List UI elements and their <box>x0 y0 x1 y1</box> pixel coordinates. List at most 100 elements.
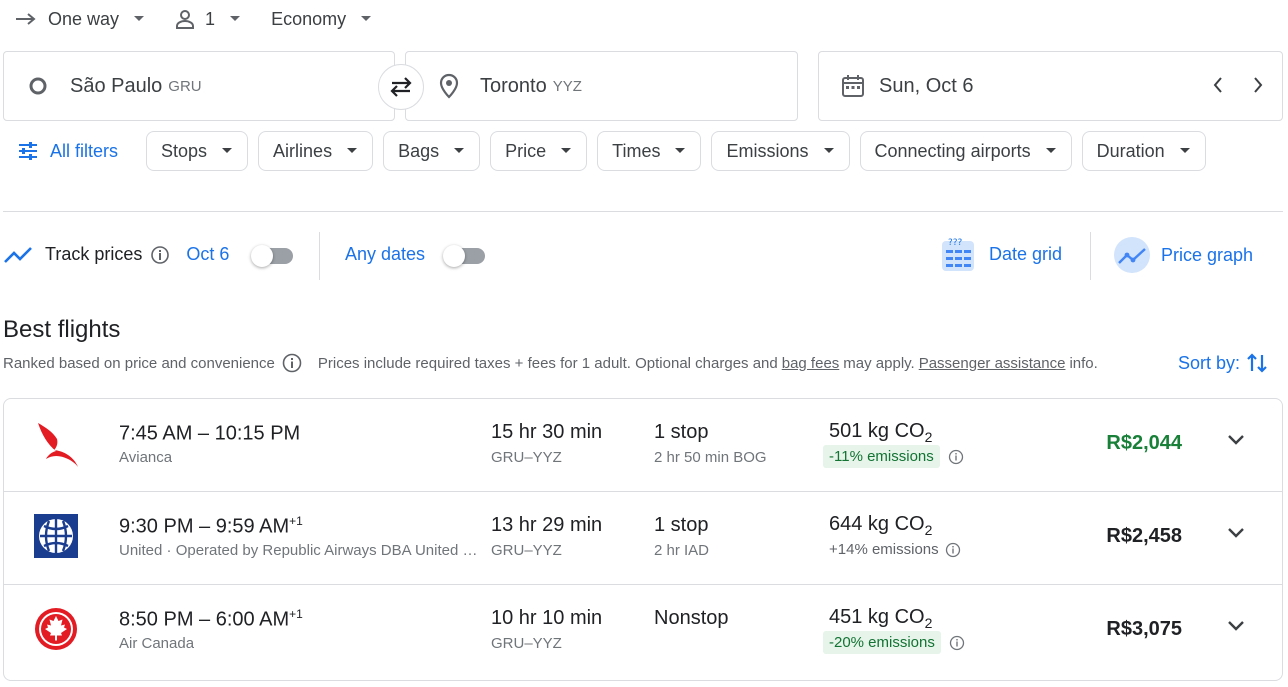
chevron-down-icon <box>1179 147 1191 155</box>
chevron-down-icon <box>133 15 145 23</box>
filter-bar: All filters Stops Airlines Bags Price Ti… <box>18 131 1216 171</box>
sort-by-button[interactable]: Sort by: <box>1178 351 1268 375</box>
info-icon[interactable] <box>150 245 170 265</box>
flight-times: 9:30 PM – 9:59 AM+1 <box>119 514 303 539</box>
time-range: 8:50 PM – 6:00 AM <box>119 608 290 631</box>
arrow-right-icon <box>14 11 38 27</box>
results-title: Best flights <box>3 316 121 343</box>
cabin-class-label: Economy <box>271 8 347 29</box>
cabin-class-select[interactable]: Economy <box>271 9 372 30</box>
passenger-assistance-link[interactable]: Passenger assistance <box>919 355 1066 372</box>
air-canada-maple-leaf-logo-icon <box>32 605 80 653</box>
expand-chevron-icon[interactable] <box>1226 433 1246 447</box>
united-globe-logo-icon <box>32 512 80 560</box>
may-apply-text: may apply. <box>843 354 915 372</box>
destination-city: Toronto <box>480 74 547 97</box>
calendar-icon <box>841 74 865 98</box>
previous-date-button[interactable] <box>1211 74 1225 96</box>
info-icon[interactable] <box>945 542 961 558</box>
any-dates-label: Any dates <box>345 244 426 264</box>
filter-price[interactable]: Price <box>490 131 588 171</box>
track-date-label: Oct 6 <box>186 244 230 264</box>
expand-chevron-icon[interactable] <box>1226 526 1246 540</box>
filter-label: Duration <box>1096 140 1165 161</box>
emissions-text: +14% emissions <box>829 541 939 558</box>
filter-label: Bags <box>398 140 440 161</box>
flight-duration: 13 hr 29 min <box>491 514 603 536</box>
trip-type-label: One way <box>48 8 120 29</box>
co2-amount: 451 kg CO2 <box>829 606 932 631</box>
track-date-toggle[interactable] <box>251 245 295 267</box>
flight-price: R$3,075 <box>1106 618 1182 640</box>
filter-airlines[interactable]: Airlines <box>258 131 374 171</box>
price-tracking-bar: Track prices Oct 6 Any dates ??? Date gr… <box>3 232 1283 280</box>
flight-row[interactable]: 8:50 PM – 6:00 AM+1 Air Canada 10 hr 10 … <box>4 585 1282 678</box>
price-graph-icon <box>1113 236 1151 274</box>
time-range: 7:45 AM – 10:15 PM <box>119 422 301 445</box>
chevron-down-icon <box>674 147 686 155</box>
date-grid-icon: ??? <box>941 236 975 272</box>
filter-label: Emissions <box>726 140 809 161</box>
any-dates-toggle[interactable] <box>443 245 487 267</box>
origin-field[interactable]: São Paulo GRU <box>3 51 395 121</box>
filter-stops[interactable]: Stops <box>146 131 249 171</box>
filter-connecting-airports[interactable]: Connecting airports <box>859 131 1072 171</box>
co2-amount: 501 kg CO2 <box>829 420 932 445</box>
date-grid-label: Date grid <box>989 243 1063 264</box>
swap-icon <box>388 76 414 98</box>
filter-times[interactable]: Times <box>597 131 702 171</box>
vertical-divider <box>319 232 320 280</box>
emissions-info: -11% emissions <box>823 445 964 468</box>
stops-count: Nonstop <box>654 607 729 629</box>
filter-label: Price <box>505 140 547 161</box>
co2-value: 501 kg CO <box>829 420 925 442</box>
destination-code: YYZ <box>552 77 582 95</box>
flight-route: GRU–YYZ <box>491 542 562 559</box>
flight-price: R$2,458 <box>1106 525 1182 547</box>
all-filters-button[interactable]: All filters <box>18 141 118 162</box>
avianca-logo-icon <box>32 419 80 467</box>
stops-count: 1 stop <box>654 421 709 443</box>
swap-button[interactable] <box>378 64 424 110</box>
passengers-select[interactable]: 1 <box>175 9 241 30</box>
all-filters-label: All filters <box>50 140 119 161</box>
toggle-knob <box>251 245 273 267</box>
expand-chevron-icon[interactable] <box>1226 619 1246 633</box>
info-icon[interactable] <box>949 635 965 651</box>
emissions-info: -20% emissions <box>823 631 965 654</box>
next-date-button[interactable] <box>1251 74 1265 96</box>
day-offset: +1 <box>289 607 303 621</box>
section-divider <box>3 211 1283 212</box>
prices-note: Prices include required taxes + fees for… <box>317 354 778 372</box>
filter-emissions[interactable]: Emissions <box>711 131 850 171</box>
departure-date: Sun, Oct 6 <box>879 74 974 97</box>
airline-name: United · Operated by Republic Airways DB… <box>119 542 481 559</box>
flight-route: GRU–YYZ <box>491 635 562 652</box>
airline-name: Avianca <box>119 449 173 466</box>
destination-field[interactable]: Toronto YYZ <box>405 51 798 121</box>
sort-icon <box>1246 351 1268 375</box>
chevron-down-icon <box>221 147 233 155</box>
filter-bags[interactable]: Bags <box>383 131 481 171</box>
origin-city: São Paulo <box>70 74 163 97</box>
airline-name: Air Canada <box>119 635 195 652</box>
info-icon[interactable] <box>282 353 302 373</box>
flight-row[interactable]: 9:30 PM – 9:59 AM+1 United · Operated by… <box>4 492 1282 585</box>
stops-count: 1 stop <box>654 514 709 536</box>
filter-duration[interactable]: Duration <box>1081 131 1206 171</box>
passengers-count: 1 <box>205 8 216 29</box>
trip-type-select[interactable]: One way <box>14 9 145 30</box>
filter-label: Airlines <box>273 140 333 161</box>
flight-row[interactable]: 7:45 AM – 10:15 PM Avianca 15 hr 30 min … <box>4 399 1282 492</box>
info-icon[interactable] <box>948 449 964 465</box>
chevron-down-icon <box>229 15 241 23</box>
price-graph-button[interactable]: Price graph <box>1113 236 1253 274</box>
departure-date-field[interactable]: Sun, Oct 6 <box>818 51 1283 121</box>
flight-price: R$2,044 <box>1106 432 1182 454</box>
chevron-down-icon <box>346 147 358 155</box>
co2-subscript: 2 <box>924 615 933 631</box>
day-offset: +1 <box>289 514 303 528</box>
bag-fees-link[interactable]: bag fees <box>782 355 840 372</box>
date-grid-button[interactable]: ??? Date grid <box>941 236 1062 272</box>
flight-duration: 10 hr 10 min <box>491 607 603 629</box>
